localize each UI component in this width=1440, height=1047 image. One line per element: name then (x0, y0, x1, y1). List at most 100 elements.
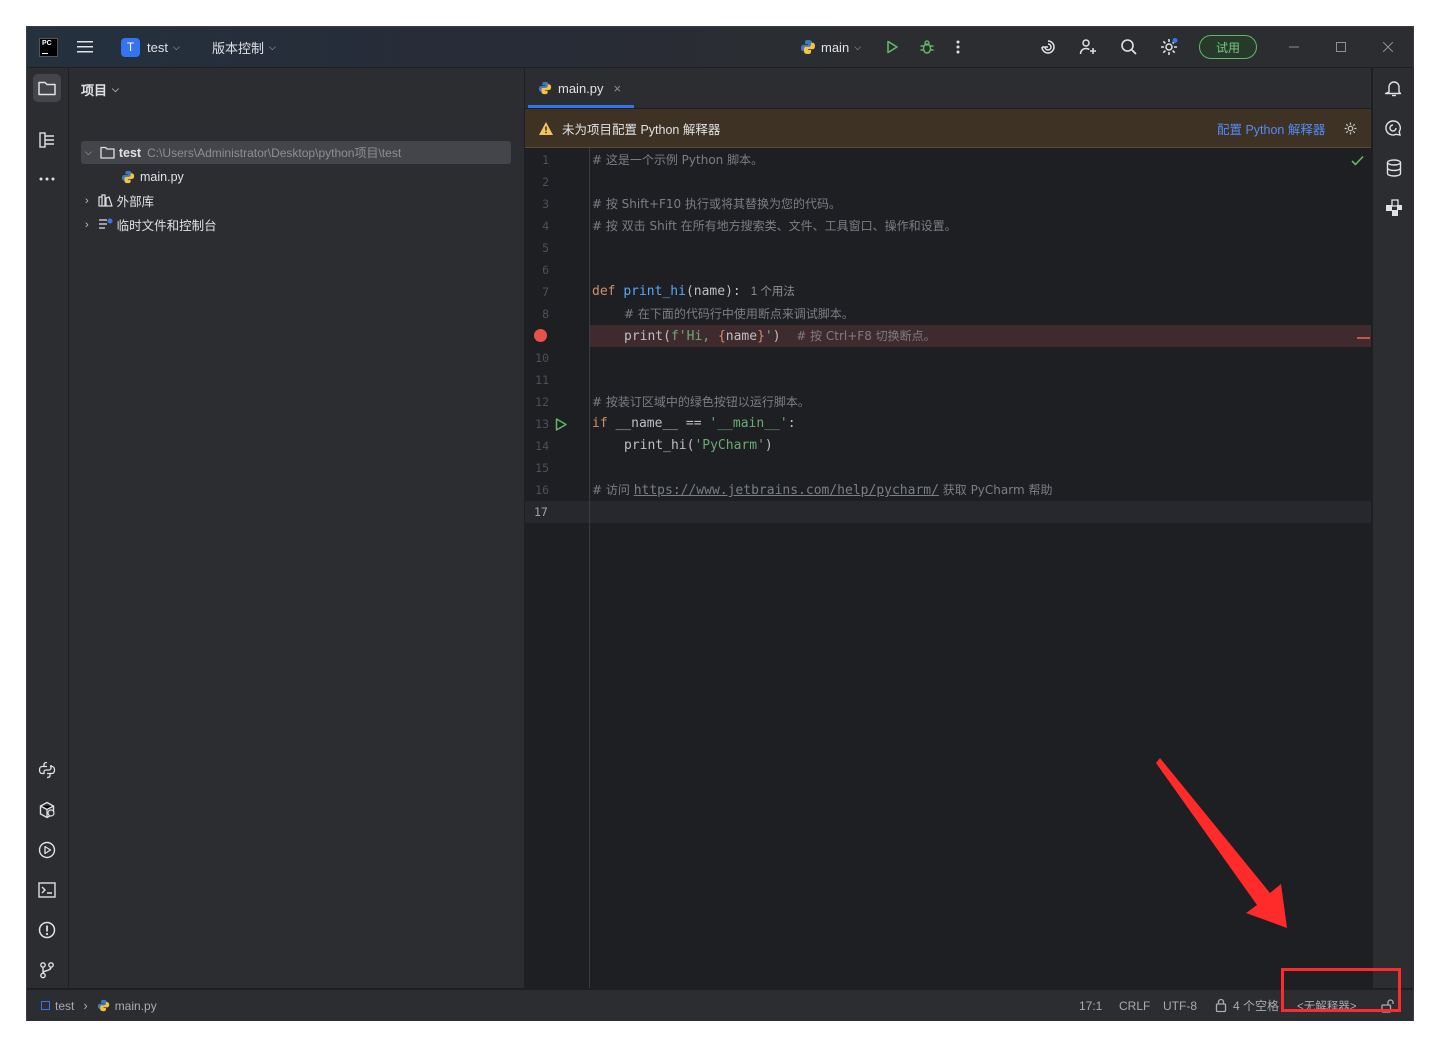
run-tool-button[interactable] (33, 836, 61, 864)
tree-file-main[interactable]: main.py (121, 165, 184, 188)
usages-hint[interactable]: 1 个用法 (751, 286, 795, 298)
project-switcher[interactable]: T test ⌵ (121, 27, 180, 67)
ai-chat-button[interactable] (1380, 114, 1408, 142)
current-line-highlight (590, 501, 1371, 523)
breadcrumb: test › main.py (41, 990, 157, 1021)
editor-tab-bar: main.py × (525, 68, 1371, 109)
tree-scratches[interactable]: › 临时文件和控制台 (81, 213, 217, 236)
gear-icon[interactable] (1343, 121, 1358, 136)
module-icon (41, 1001, 50, 1010)
line-number: 5 (542, 241, 549, 255)
file-encoding[interactable]: UTF-8 (1163, 990, 1197, 1021)
packages-icon (39, 801, 55, 819)
breadcrumb-project[interactable]: test (55, 999, 74, 1013)
sciview-button[interactable] (1380, 194, 1408, 222)
tab-close-icon[interactable]: × (614, 81, 622, 96)
line-number: 8 (542, 307, 549, 321)
code-line-7: def print_hi(name): 1 个用法 (592, 281, 795, 303)
keyword: def (592, 284, 616, 299)
tree-root-row[interactable]: ⌵ test C:\Users\Administrator\Desktop\py… (81, 141, 511, 164)
scratches-label: 临时文件和控制台 (116, 219, 217, 233)
code-line-13: if __name__ == '__main__': (592, 413, 796, 435)
indent-setting[interactable]: 4 个空格 (1215, 990, 1279, 1021)
breadcrumb-file[interactable]: main.py (115, 999, 157, 1013)
run-button[interactable] (885, 27, 899, 67)
configure-interpreter-link[interactable]: 配置 Python 解释器 (1217, 119, 1325, 138)
keyword: if (592, 416, 608, 431)
ai-assistant-button[interactable] (1039, 27, 1057, 67)
search-button[interactable] (1120, 27, 1138, 67)
editor-gutter[interactable]: 1 2 3 4 5 6 7 8 10 11 12 13 14 15 16 17 (525, 148, 590, 988)
project-tool-button[interactable] (33, 74, 61, 102)
problems-button[interactable] (33, 916, 61, 944)
close-button[interactable] (1365, 27, 1411, 67)
breakpoint-icon[interactable] (534, 329, 547, 342)
indent-lock-icon (1215, 998, 1227, 1013)
git-button[interactable] (33, 956, 61, 984)
line-number: 6 (542, 263, 549, 277)
external-libs-label: 外部库 (116, 195, 155, 209)
tab-main-py[interactable]: main.py × (525, 68, 635, 108)
pycharm-logo-icon[interactable]: PC (39, 38, 58, 57)
minimize-button[interactable] (1271, 27, 1317, 67)
comment: # 按 Shift+F10 执行或将其替换为您的代码。 (592, 197, 842, 211)
gear-icon (1161, 38, 1178, 55)
code-token: print_hi( (624, 438, 695, 453)
main-menu-button[interactable] (77, 27, 93, 67)
maximize-button[interactable] (1318, 27, 1364, 67)
brace: } (757, 329, 765, 344)
code-area[interactable]: # 这是一个示例 Python 脚本。 # 按 Shift+F10 执行或将其替… (590, 148, 1371, 988)
ai-chat-icon (1385, 120, 1401, 136)
warning-icon (539, 121, 553, 135)
structure-tool-button[interactable] (33, 126, 61, 154)
vcs-menu[interactable]: 版本控制 ⌵ (212, 27, 276, 67)
notifications-button[interactable] (1380, 74, 1408, 102)
comment: # 按装订区域中的绿色按钮以运行脚本。 (592, 395, 810, 409)
gutter-run-icon[interactable] (555, 418, 567, 431)
more-actions-button[interactable] (956, 27, 960, 67)
chevron-right-icon: › (85, 194, 89, 207)
left-tool-strip (27, 68, 69, 988)
python-packages-button[interactable] (33, 756, 61, 784)
add-user-icon (1079, 39, 1096, 55)
line-number: 7 (542, 285, 549, 299)
project-panel: 项目 ⌵ ⌵ test C:\Users\Administrator\Deskt… (69, 68, 525, 988)
code-with-me-button[interactable] (1079, 27, 1097, 67)
project-panel-header[interactable]: 项目 ⌵ (81, 80, 119, 99)
function-name: print_hi (623, 284, 686, 299)
project-name: test (147, 39, 168, 55)
more-tools-button[interactable] (33, 165, 61, 193)
terminal-button[interactable] (33, 876, 61, 904)
sciview-icon (1386, 199, 1402, 216)
trial-button[interactable]: 试用 (1199, 35, 1257, 59)
comment: # 在下面的代码行中使用断点来调试脚本。 (624, 307, 854, 321)
tree-external-libs[interactable]: › 外部库 (81, 189, 154, 212)
code-token: : (787, 416, 796, 431)
structure-icon (39, 132, 54, 148)
cursor-position[interactable]: 17:1 (1079, 990, 1102, 1021)
line-number: 13 (535, 417, 549, 431)
database-icon (1386, 159, 1402, 177)
code-line-14: print_hi('PyCharm') (624, 435, 773, 457)
run-config-selector[interactable]: main ⌵ (800, 27, 861, 67)
settings-button[interactable] (1159, 27, 1179, 67)
python-icon (801, 40, 815, 54)
logo-text: PC (42, 40, 52, 47)
debug-button[interactable] (919, 27, 935, 67)
code-token: print( (624, 329, 671, 344)
banner-text: 未为项目配置 Python 解释器 (562, 122, 721, 137)
line-number: 1 (542, 153, 549, 167)
services-button[interactable] (33, 796, 61, 824)
comment: # 这是一个示例 Python 脚本。 (592, 153, 764, 167)
tab-label: main.py (558, 80, 604, 96)
error-stripe-marker[interactable] (1357, 337, 1370, 339)
terminal-icon (38, 882, 56, 898)
project-badge: T (121, 37, 140, 57)
database-button[interactable] (1380, 154, 1408, 182)
help-link[interactable]: https://www.jetbrains.com/help/pycharm/ (634, 483, 939, 498)
line-separator[interactable]: CRLF (1119, 990, 1150, 1021)
line-number: 3 (542, 197, 549, 211)
code-line-4: # 按 双击 Shift 在所有地方搜索类、文件、工具窗口、操作和设置。 (592, 215, 957, 237)
bug-icon (920, 40, 934, 54)
checkmark-icon (1351, 155, 1364, 166)
